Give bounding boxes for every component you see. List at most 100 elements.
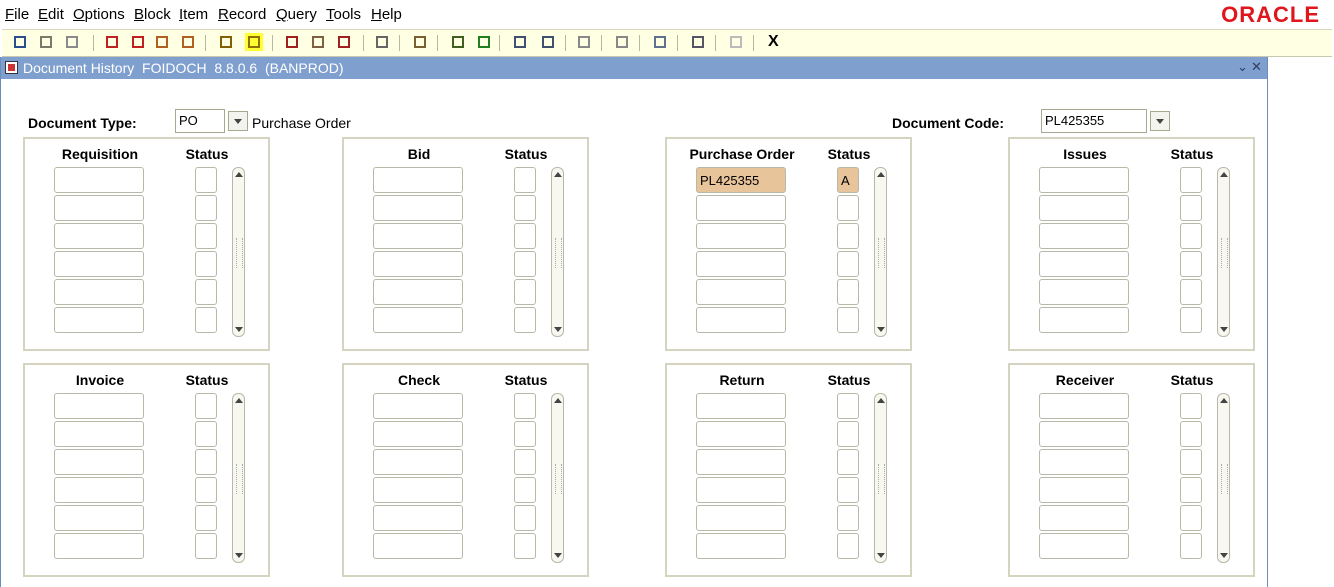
requisition-status-cell[interactable]: [195, 251, 217, 277]
invoice-code-cell[interactable]: [54, 477, 144, 503]
purchase-order-status-cell[interactable]: [837, 279, 859, 305]
invoice-status-cell[interactable]: [195, 421, 217, 447]
receiver-status-cell[interactable]: [1180, 449, 1202, 475]
scroll-down-icon[interactable]: [1220, 553, 1228, 558]
bulb-icon[interactable]: [727, 33, 745, 51]
scroll-grip[interactable]: [555, 464, 562, 494]
invoice-scrollbar[interactable]: [232, 393, 245, 563]
issues-code-cell[interactable]: [1039, 195, 1129, 221]
check-code-cell[interactable]: [373, 421, 463, 447]
purchase-order-status-cell[interactable]: [837, 251, 859, 277]
rollback-icon[interactable]: [37, 33, 55, 51]
check-code-cell[interactable]: [373, 477, 463, 503]
issues-code-cell[interactable]: [1039, 167, 1129, 193]
clear-record-icon[interactable]: [335, 33, 353, 51]
receiver-status-cell[interactable]: [1180, 421, 1202, 447]
bid-status-cell[interactable]: [514, 223, 536, 249]
invoice-status-cell[interactable]: [195, 477, 217, 503]
return-code-cell[interactable]: [696, 421, 786, 447]
close-icon[interactable]: ✕: [1251, 59, 1262, 75]
requisition-code-cell[interactable]: [54, 251, 144, 277]
document-type-field[interactable]: PO: [175, 109, 225, 133]
close-form-button[interactable]: X: [768, 33, 779, 51]
execute-query-icon[interactable]: [245, 33, 263, 51]
receiver-status-cell[interactable]: [1180, 505, 1202, 531]
menu-query[interactable]: Query: [276, 6, 317, 23]
scroll-down-icon[interactable]: [235, 553, 243, 558]
clear-form-icon[interactable]: [373, 33, 391, 51]
scroll-up-icon[interactable]: [554, 398, 562, 403]
receiver-status-cell[interactable]: [1180, 477, 1202, 503]
invoice-status-cell[interactable]: [195, 393, 217, 419]
invoice-code-cell[interactable]: [54, 393, 144, 419]
issues-code-cell[interactable]: [1039, 251, 1129, 277]
bid-code-cell[interactable]: [373, 195, 463, 221]
requisition-code-cell[interactable]: [54, 167, 144, 193]
bid-status-cell[interactable]: [514, 167, 536, 193]
invoice-code-cell[interactable]: [54, 533, 144, 559]
check-code-cell[interactable]: [373, 533, 463, 559]
bid-code-cell[interactable]: [373, 279, 463, 305]
bid-code-cell[interactable]: [373, 251, 463, 277]
document-code-dropdown-button[interactable]: [1150, 111, 1170, 131]
issues-code-cell[interactable]: [1039, 279, 1129, 305]
purchase-order-code-cell[interactable]: [696, 279, 786, 305]
issues-status-cell[interactable]: [1180, 195, 1202, 221]
return-code-cell[interactable]: [696, 393, 786, 419]
bid-status-cell[interactable]: [514, 279, 536, 305]
purchase-order-code-cell[interactable]: [696, 195, 786, 221]
scroll-grip[interactable]: [236, 238, 243, 268]
receiver-code-cell[interactable]: [1039, 533, 1129, 559]
requisition-status-cell[interactable]: [195, 167, 217, 193]
bid-code-cell[interactable]: [373, 223, 463, 249]
scroll-up-icon[interactable]: [877, 398, 885, 403]
purchase-order-code-cell[interactable]: [696, 307, 786, 333]
scroll-grip[interactable]: [555, 238, 562, 268]
minimize-icon[interactable]: ⌄: [1237, 59, 1248, 75]
invoice-code-cell[interactable]: [54, 421, 144, 447]
print-doc-icon[interactable]: [63, 33, 81, 51]
search-icon[interactable]: [449, 33, 467, 51]
scroll-grip[interactable]: [878, 238, 885, 268]
invoice-status-cell[interactable]: [195, 533, 217, 559]
menu-file[interactable]: File: [5, 6, 29, 23]
purchase-order-code-cell[interactable]: [696, 251, 786, 277]
menu-block[interactable]: Block: [134, 6, 171, 23]
scroll-up-icon[interactable]: [235, 398, 243, 403]
menu-record[interactable]: Record: [218, 6, 266, 23]
requisition-code-cell[interactable]: [54, 223, 144, 249]
receiver-code-cell[interactable]: [1039, 477, 1129, 503]
scroll-down-icon[interactable]: [235, 327, 243, 332]
purchase-order-status-cell[interactable]: A: [837, 167, 859, 193]
purchase-order-code-cell[interactable]: [696, 223, 786, 249]
scroll-down-icon[interactable]: [877, 327, 885, 332]
invoice-status-cell[interactable]: [195, 505, 217, 531]
check-status-cell[interactable]: [514, 421, 536, 447]
document-code-field[interactable]: PL425355: [1041, 109, 1147, 133]
export-icon[interactable]: [651, 33, 669, 51]
print-icon[interactable]: [411, 33, 429, 51]
scroll-up-icon[interactable]: [1220, 398, 1228, 403]
requisition-status-cell[interactable]: [195, 195, 217, 221]
receiver-code-cell[interactable]: [1039, 505, 1129, 531]
scroll-up-icon[interactable]: [1220, 172, 1228, 177]
return-status-cell[interactable]: [837, 533, 859, 559]
menu-options[interactable]: Options: [73, 6, 125, 23]
return-status-cell[interactable]: [837, 505, 859, 531]
requisition-status-cell[interactable]: [195, 307, 217, 333]
bid-scrollbar[interactable]: [551, 167, 564, 337]
check-status-cell[interactable]: [514, 449, 536, 475]
return-code-cell[interactable]: [696, 505, 786, 531]
speaker-icon[interactable]: [575, 33, 593, 51]
check-status-cell[interactable]: [514, 505, 536, 531]
return-status-cell[interactable]: [837, 393, 859, 419]
scroll-grip[interactable]: [1221, 464, 1228, 494]
cancel-query-icon[interactable]: [283, 33, 301, 51]
scroll-grip[interactable]: [236, 464, 243, 494]
scroll-down-icon[interactable]: [877, 553, 885, 558]
purchase-order-scrollbar[interactable]: [874, 167, 887, 337]
return-code-cell[interactable]: [696, 477, 786, 503]
menu-edit[interactable]: Edit: [38, 6, 64, 23]
receiver-status-cell[interactable]: [1180, 533, 1202, 559]
collapse-icon[interactable]: [539, 33, 557, 51]
